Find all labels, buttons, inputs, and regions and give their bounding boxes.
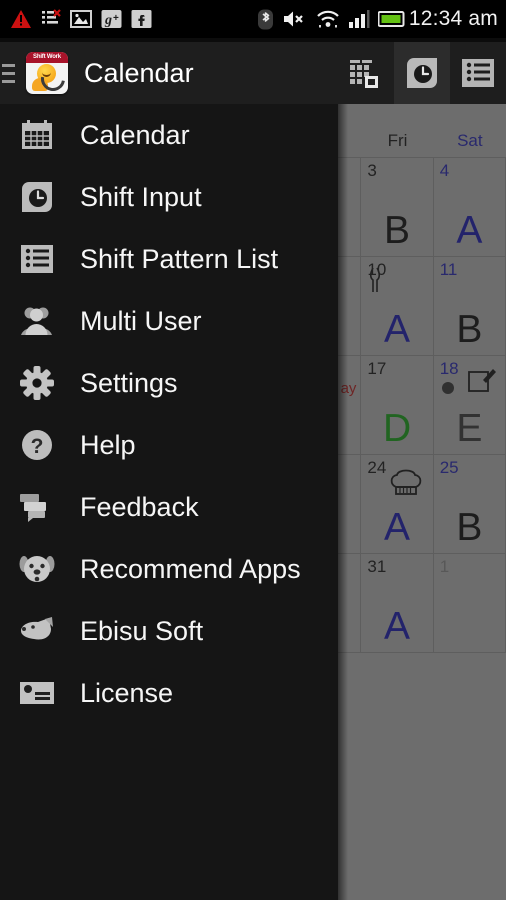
- status-bar-notification-icons: g +: [10, 9, 257, 29]
- people-icon: [18, 302, 56, 340]
- sidebar-item-label: Shift Pattern List: [80, 243, 279, 274]
- sidebar-item-shift-input[interactable]: Shift Input: [0, 166, 338, 228]
- bluetooth-icon: [257, 9, 274, 30]
- status-bar-system-icons: [257, 9, 405, 30]
- shift-letter: D: [382, 407, 412, 450]
- page-title: Calendar: [84, 57, 194, 88]
- list-icon: [18, 240, 56, 278]
- svg-text:?: ?: [31, 435, 44, 458]
- sidebar-item-calendar[interactable]: Calendar: [0, 104, 338, 166]
- shift-letter: A: [384, 506, 411, 549]
- day-number: 24: [367, 458, 387, 477]
- sidebar-item-settings[interactable]: Settings: [0, 352, 338, 414]
- day-number: 3: [367, 161, 377, 180]
- day-cell[interactable]: 3 B: [361, 158, 434, 256]
- phone-screen: g + 12:34 am Shift Work Calendar Fri Sat…: [0, 0, 506, 900]
- shift-letter: B: [384, 209, 411, 252]
- svg-text:g: g: [104, 13, 112, 28]
- sidebar-item-recommend-apps[interactable]: Recommend Apps: [0, 538, 338, 600]
- weekday-fri: Fri: [387, 131, 408, 150]
- day-cell[interactable]: 17 D: [361, 356, 434, 454]
- day-number: 18: [439, 359, 459, 378]
- day-number: 10: [367, 260, 387, 279]
- hamburger-menu-icon[interactable]: [0, 42, 18, 104]
- sidebar-item-label: Ebisu Soft: [80, 615, 204, 646]
- status-bar: g + 12:34 am: [0, 0, 506, 38]
- shift-letter: B: [456, 506, 483, 549]
- google-plus-icon: g +: [101, 9, 122, 29]
- sidebar-item-help[interactable]: ? Help: [0, 414, 338, 476]
- clock-icon: [18, 178, 56, 216]
- day-cell[interactable]: 18 E: [434, 356, 506, 454]
- facebook-icon: [131, 9, 152, 29]
- day-cell[interactable]: 11 B: [434, 257, 506, 355]
- day-number: 11: [439, 260, 458, 279]
- memo-dot: [441, 382, 454, 394]
- chat-bubbles-icon: [18, 488, 56, 526]
- cellular-signal-icon: [348, 9, 370, 29]
- shift-pattern-list-icon[interactable]: [450, 42, 506, 104]
- wifi-icon: [316, 9, 340, 29]
- day-cell[interactable]: 24 A: [361, 455, 434, 553]
- license-card-icon: [18, 674, 56, 712]
- sidebar-item-ebisu-soft[interactable]: Ebisu Soft: [0, 600, 338, 662]
- day-cell[interactable]: 4 A: [434, 158, 506, 256]
- sidebar-item-label: Settings: [80, 367, 178, 398]
- sidebar-item-label: Feedback: [80, 491, 199, 522]
- weekday-sat: Sat: [457, 131, 483, 150]
- day-number: 17: [367, 359, 387, 378]
- sidebar-item-label: Help: [80, 429, 136, 460]
- app-logo-banner: Shift Work: [26, 52, 68, 63]
- image-icon: [70, 9, 92, 29]
- warning-triangle-icon: [10, 9, 32, 29]
- sidebar-item-shift-pattern-list[interactable]: Shift Pattern List: [0, 228, 338, 290]
- volume-mute-icon: [282, 9, 308, 29]
- day-cell[interactable]: 1: [434, 554, 506, 652]
- chef-hat-icon: [389, 467, 423, 499]
- shift-letter: B: [456, 308, 483, 351]
- sync-error-icon: [41, 9, 61, 29]
- edit-icon: [467, 366, 497, 396]
- app-logo: Shift Work: [26, 52, 68, 94]
- sidebar-item-label: Recommend Apps: [80, 553, 301, 584]
- day-number: 4: [439, 161, 450, 180]
- shift-letter: A: [384, 308, 411, 351]
- sidebar-item-label: Multi User: [80, 305, 202, 336]
- sidebar-item-multi-user[interactable]: Multi User: [0, 290, 338, 352]
- day-number: 25: [439, 458, 459, 477]
- day-cell[interactable]: 31 A: [361, 554, 434, 652]
- battery-icon: [377, 10, 405, 29]
- sidebar-item-label: License: [80, 677, 174, 708]
- shift-letter: A: [384, 605, 411, 648]
- app-bar: Shift Work Calendar: [0, 42, 506, 104]
- dog-head-icon: [18, 612, 56, 650]
- sidebar-item-label: Calendar: [80, 119, 190, 150]
- day-number: 1: [439, 557, 450, 576]
- calendar-icon: [18, 116, 56, 154]
- question-mark-icon: ?: [18, 426, 56, 464]
- status-bar-clock: 12:34 am: [408, 7, 498, 30]
- sidebar-item-label: Shift Input: [80, 181, 202, 212]
- dog-face-icon: [18, 550, 56, 588]
- shift-letter: A: [456, 209, 483, 252]
- day-number: 31: [367, 557, 387, 576]
- shift-letter: E: [456, 407, 483, 450]
- holiday-label: ay: [340, 380, 357, 397]
- navigation-drawer: Calendar Shift Input Shift Pattern List …: [0, 104, 338, 900]
- shift-input-clock-icon[interactable]: [394, 42, 450, 104]
- sidebar-item-license[interactable]: License: [0, 662, 338, 724]
- svg-text:+: +: [113, 13, 119, 24]
- gear-icon: [18, 364, 56, 402]
- day-cell[interactable]: 10 A: [361, 257, 434, 355]
- day-cell[interactable]: 25 B: [434, 455, 506, 553]
- sidebar-item-feedback[interactable]: Feedback: [0, 476, 338, 538]
- month-view-icon[interactable]: [338, 42, 394, 104]
